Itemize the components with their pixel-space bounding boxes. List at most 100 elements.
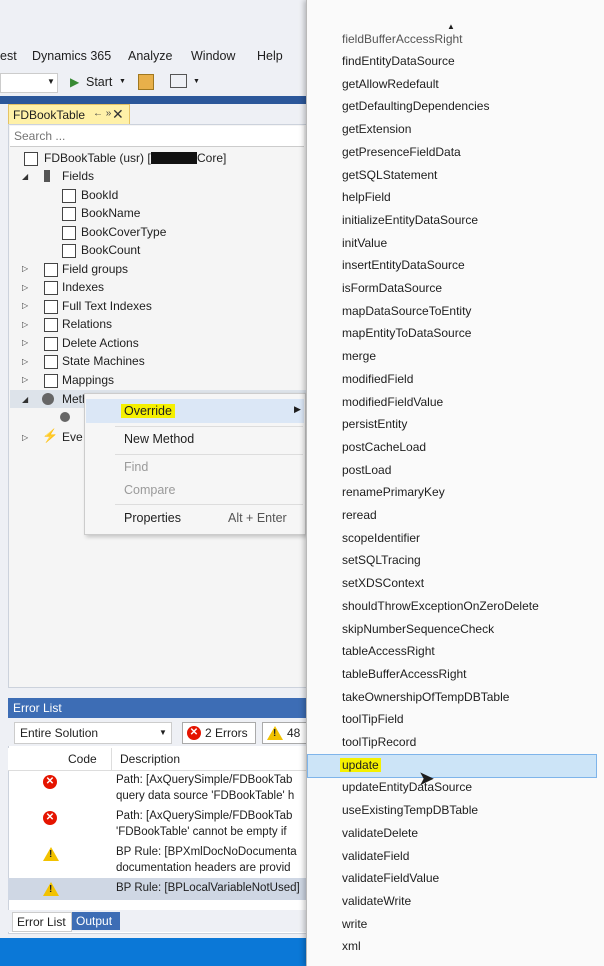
list-item-tableAccessRight[interactable]: tableAccessRight: [342, 644, 435, 658]
warnings-filter-button[interactable]: ! 48: [262, 722, 308, 744]
list-item-setSQLTracing[interactable]: setSQLTracing: [342, 553, 421, 567]
list-item-selected[interactable]: update: [340, 757, 381, 772]
tree-field[interactable]: BookName: [81, 206, 140, 220]
list-item-mapDataSourceToEntity[interactable]: mapDataSourceToEntity: [342, 304, 471, 318]
list-item-modifiedField[interactable]: modifiedField: [342, 372, 413, 386]
list-item-initValue[interactable]: initValue: [342, 236, 387, 250]
tree-node-relations[interactable]: Relations: [62, 317, 112, 331]
list-item-isFormDataSource[interactable]: isFormDataSource: [342, 281, 442, 295]
submenu-arrow-icon: ▶: [294, 404, 301, 414]
menu-analyze[interactable]: Analyze: [128, 49, 172, 63]
list-item-postLoad[interactable]: postLoad: [342, 463, 391, 477]
list-item-getAllowRedefault[interactable]: getAllowRedefault: [342, 77, 439, 91]
list-item-toolTipField[interactable]: toolTipField: [342, 712, 404, 726]
list-item-renamePrimaryKey[interactable]: renamePrimaryKey: [342, 485, 445, 499]
menu-test[interactable]: est: [0, 49, 17, 63]
menu-item-override[interactable]: Override ▶: [86, 399, 304, 423]
start-button[interactable]: Start: [86, 75, 112, 89]
list-item-validateDelete[interactable]: validateDelete: [342, 826, 418, 840]
list-item-partial[interactable]: fieldBufferAccessRight: [342, 32, 463, 46]
menu-help[interactable]: Help: [257, 49, 283, 63]
tree-field[interactable]: BookCoverType: [81, 225, 166, 239]
tab-error-list[interactable]: Error List: [12, 912, 72, 932]
errors-count: 2 Errors: [205, 726, 248, 740]
list-item-getExtension[interactable]: getExtension: [342, 122, 411, 136]
list-item-mapEntityToDataSource[interactable]: mapEntityToDataSource: [342, 326, 471, 340]
list-item-getDefaultingDependencies[interactable]: getDefaultingDependencies: [342, 99, 489, 113]
errors-filter-button[interactable]: ✕ 2 Errors: [182, 722, 256, 744]
collapsed-icon[interactable]: ▷: [22, 320, 28, 329]
chevron-down-icon: ▼: [47, 77, 55, 86]
collapsed-icon[interactable]: ▷: [22, 433, 28, 442]
window-icon[interactable]: [170, 74, 187, 88]
menu-item-properties[interactable]: Properties Alt + Enter: [86, 506, 304, 530]
expanded-icon[interactable]: ◢: [22, 395, 28, 404]
list-item-xml[interactable]: xml: [342, 939, 361, 953]
menu-item-new-method[interactable]: New Method: [86, 427, 304, 451]
tab-fdbooktable[interactable]: FDBookTable ← » ✕: [8, 104, 130, 126]
menu-dynamics365[interactable]: Dynamics 365: [32, 49, 111, 63]
scope-select[interactable]: Entire Solution ▼: [14, 722, 172, 744]
column-description[interactable]: Description: [120, 752, 180, 766]
collapsed-icon[interactable]: ▷: [22, 338, 28, 347]
expanded-icon[interactable]: ◢: [22, 172, 28, 181]
list-item-tableBufferAccessRight[interactable]: tableBufferAccessRight: [342, 667, 467, 681]
list-item-postCacheLoad[interactable]: postCacheLoad: [342, 440, 426, 454]
indexes-icon: [44, 281, 58, 295]
error-list-title: Error List: [13, 701, 62, 715]
list-item-modifiedFieldValue[interactable]: modifiedFieldValue: [342, 395, 443, 409]
search-input[interactable]: [10, 126, 296, 146]
tree-node-field-groups[interactable]: Field groups: [62, 262, 128, 276]
list-item-scopeIdentifier[interactable]: scopeIdentifier: [342, 531, 420, 545]
list-item-updateEntityDataSource[interactable]: updateEntityDataSource: [342, 780, 472, 794]
lightning-icon: ⚡: [42, 428, 59, 443]
tree-node-full-text-indexes[interactable]: Full Text Indexes: [62, 299, 152, 313]
collapsed-icon[interactable]: ▷: [22, 375, 28, 384]
list-item-shouldThrowExceptionOnZeroDelete[interactable]: shouldThrowExceptionOnZeroDelete: [342, 599, 539, 613]
config-dropdown[interactable]: ▼: [0, 73, 58, 93]
scroll-up-icon[interactable]: ▲: [447, 22, 455, 31]
list-item-helpField[interactable]: helpField: [342, 190, 391, 204]
tree-field[interactable]: BookCount: [81, 243, 140, 257]
list-item-write[interactable]: write: [342, 917, 367, 931]
list-item-reread[interactable]: reread: [342, 508, 377, 522]
collapsed-icon[interactable]: ▷: [22, 357, 28, 366]
row-desc: query data source 'FDBookTable' h: [116, 790, 295, 802]
list-item-setXDSContext[interactable]: setXDSContext: [342, 576, 424, 590]
collapsed-icon[interactable]: ▷: [22, 264, 28, 273]
collapsed-icon[interactable]: ▷: [22, 283, 28, 292]
list-item-findEntityDataSource[interactable]: findEntityDataSource: [342, 54, 455, 68]
field-icon: [62, 189, 76, 203]
list-item-initializeEntityDataSource[interactable]: initializeEntityDataSource: [342, 213, 478, 227]
overflow-icon[interactable]: ▼: [193, 78, 200, 85]
tree-node-indexes[interactable]: Indexes: [62, 280, 104, 294]
list-item-validateFieldValue[interactable]: validateFieldValue: [342, 871, 439, 885]
list-item-insertEntityDataSource[interactable]: insertEntityDataSource: [342, 258, 465, 272]
tree-node-delete-actions[interactable]: Delete Actions: [62, 336, 139, 350]
tree-field[interactable]: BookId: [81, 188, 118, 202]
play-icon[interactable]: ▶: [70, 75, 79, 89]
column-code[interactable]: Code: [68, 752, 97, 766]
list-item-toolTipRecord[interactable]: toolTipRecord: [342, 735, 416, 749]
close-icon[interactable]: ✕: [112, 106, 124, 123]
list-item-validateField[interactable]: validateField: [342, 849, 409, 863]
list-item-takeOwnershipOfTempDBTable[interactable]: takeOwnershipOfTempDBTable: [342, 690, 509, 704]
list-item-persistEntity[interactable]: persistEntity: [342, 417, 407, 431]
tree-root-label[interactable]: FDBookTable (usr) [: [44, 151, 151, 165]
list-item-merge[interactable]: merge: [342, 349, 376, 363]
list-item-validateWrite[interactable]: validateWrite: [342, 894, 411, 908]
list-item-getPresenceFieldData[interactable]: getPresenceFieldData: [342, 145, 461, 159]
attach-icon[interactable]: [138, 74, 154, 90]
tree-node-mappings[interactable]: Mappings: [62, 373, 114, 387]
tree-node-state-machines[interactable]: State Machines: [62, 354, 145, 368]
chevron-down-icon[interactable]: ▼: [119, 78, 126, 85]
list-item-getSQLStatement[interactable]: getSQLStatement: [342, 168, 437, 182]
list-item-useExistingTempDBTable[interactable]: useExistingTempDBTable: [342, 803, 478, 817]
pin-icon[interactable]: ← »: [93, 108, 111, 119]
tree-node-events[interactable]: Eve: [62, 430, 83, 444]
collapsed-icon[interactable]: ▷: [22, 301, 28, 310]
tree-node-fields[interactable]: Fields: [62, 169, 94, 183]
tab-output[interactable]: Output: [72, 912, 120, 930]
menu-window[interactable]: Window: [191, 49, 235, 63]
list-item-skipNumberSequenceCheck[interactable]: skipNumberSequenceCheck: [342, 622, 494, 636]
